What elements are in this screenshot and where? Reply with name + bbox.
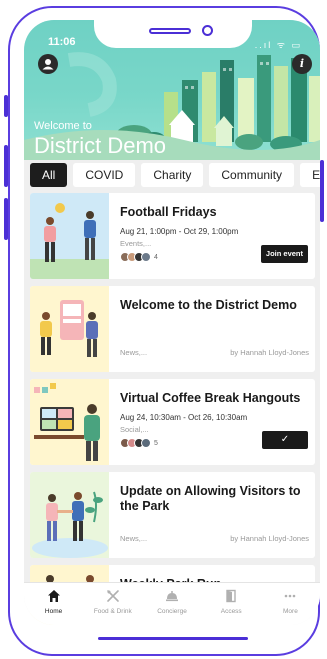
nav-more[interactable]: More: [261, 583, 320, 625]
avatar: [141, 438, 151, 448]
card-category: News,...: [120, 348, 148, 357]
card-title: Virtual Coffee Break Hangouts: [120, 391, 301, 405]
nav-access[interactable]: Access: [202, 583, 261, 625]
join-event-button[interactable]: Join event: [260, 245, 308, 263]
user-icon: [42, 59, 54, 70]
bell-icon: [166, 591, 178, 602]
attendee-avatars: 5: [120, 438, 158, 448]
joined-check-button[interactable]: ✓: [262, 431, 308, 449]
nav-concierge[interactable]: Concierge: [142, 583, 201, 625]
feed-card-visitors-update[interactable]: Update on Allowing Visitors to the Park …: [30, 472, 315, 558]
info-button[interactable]: i: [292, 54, 312, 74]
nav-label: Concierge: [157, 608, 187, 615]
phone-side-button: [4, 95, 8, 117]
nav-home[interactable]: Home: [24, 583, 83, 625]
category-filter-bar: All COVID Charity Community E: [24, 163, 320, 187]
card-date: Aug 21, 1:00pm - Oct 29, 1:00pm: [120, 227, 239, 236]
card-category: Social,...: [120, 425, 149, 434]
status-time: 11:06: [48, 36, 76, 48]
welcome-label: Welcome to: [34, 120, 92, 132]
phone-side-button: [4, 145, 8, 187]
phone-notch: [94, 20, 252, 48]
status-icons: ..ıl ᯤ ▭: [254, 40, 302, 50]
info-icon: i: [299, 57, 305, 70]
phone-side-button: [4, 198, 8, 240]
nav-label: More: [283, 608, 298, 615]
card-author: by Hannah Lloyd-Jones: [230, 348, 309, 357]
card-date: Aug 24, 10:30am - Oct 26, 10:30am: [120, 413, 248, 422]
card-title: Update on Allowing Visitors to the Park: [120, 484, 301, 513]
nav-label: Food & Drink: [93, 608, 132, 615]
app-screen: 11:06 ..ıl ᯤ ▭ i Welcome to District Dem…: [24, 20, 320, 625]
handshake-illustration: [30, 472, 109, 558]
card-author: by Hannah Lloyd-Jones: [230, 534, 309, 543]
filter-chip-community[interactable]: Community: [209, 163, 295, 187]
filter-chip-charity[interactable]: Charity: [141, 163, 204, 187]
video-call-illustration: [30, 379, 109, 465]
card-category: Events,...: [120, 239, 152, 248]
nav-label: Home: [44, 608, 63, 615]
district-title: District Demo: [34, 133, 167, 158]
attendee-count: 4: [154, 253, 158, 261]
nav-label: Access: [220, 608, 242, 615]
nav-food-drink[interactable]: Food & Drink: [83, 583, 142, 625]
home-icon: [47, 590, 60, 602]
card-title: Football Fridays: [120, 205, 217, 219]
more-icon: [285, 594, 296, 598]
utensils-icon: [106, 590, 119, 602]
filter-chip-all[interactable]: All: [30, 163, 68, 187]
phone-side-button: [320, 160, 324, 222]
speaker-icon: [149, 28, 191, 34]
feed-card-coffee-break[interactable]: Virtual Coffee Break Hangouts Aug 24, 10…: [30, 379, 315, 465]
door-icon: [226, 589, 236, 603]
attendee-count: 5: [154, 439, 158, 447]
feed-card-welcome[interactable]: Welcome to the District Demo News,... by…: [30, 286, 315, 372]
welcome-illustration: [30, 286, 109, 372]
feed-card-football-fridays[interactable]: Football Fridays Aug 21, 1:00pm - Oct 29…: [30, 193, 315, 279]
bottom-navigation: Home Food & Drink Concierge Access More: [24, 582, 320, 625]
filter-chip-covid[interactable]: COVID: [73, 163, 136, 187]
district-header: 11:06 ..ıl ᯤ ▭ i Welcome to District Dem…: [24, 20, 320, 160]
home-indicator: [98, 637, 248, 640]
camera-icon: [202, 25, 213, 36]
card-category: News,...: [120, 534, 148, 543]
attendee-avatars: 4: [120, 252, 158, 262]
filter-chip-more[interactable]: E: [300, 163, 320, 187]
avatar: [141, 252, 151, 262]
profile-button[interactable]: [38, 54, 58, 74]
card-title: Welcome to the District Demo: [120, 298, 297, 312]
football-illustration: [30, 193, 109, 279]
